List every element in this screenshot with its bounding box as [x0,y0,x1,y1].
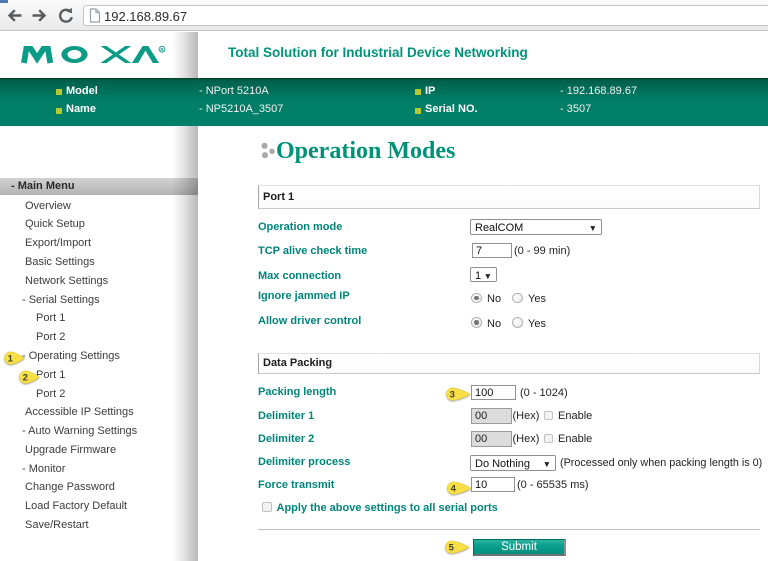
svg-text:2: 2 [23,373,28,384]
svg-text:4: 4 [450,484,456,495]
svg-text:5: 5 [448,542,454,553]
svg-text:1: 1 [8,353,14,364]
svg-text:3: 3 [450,390,455,401]
